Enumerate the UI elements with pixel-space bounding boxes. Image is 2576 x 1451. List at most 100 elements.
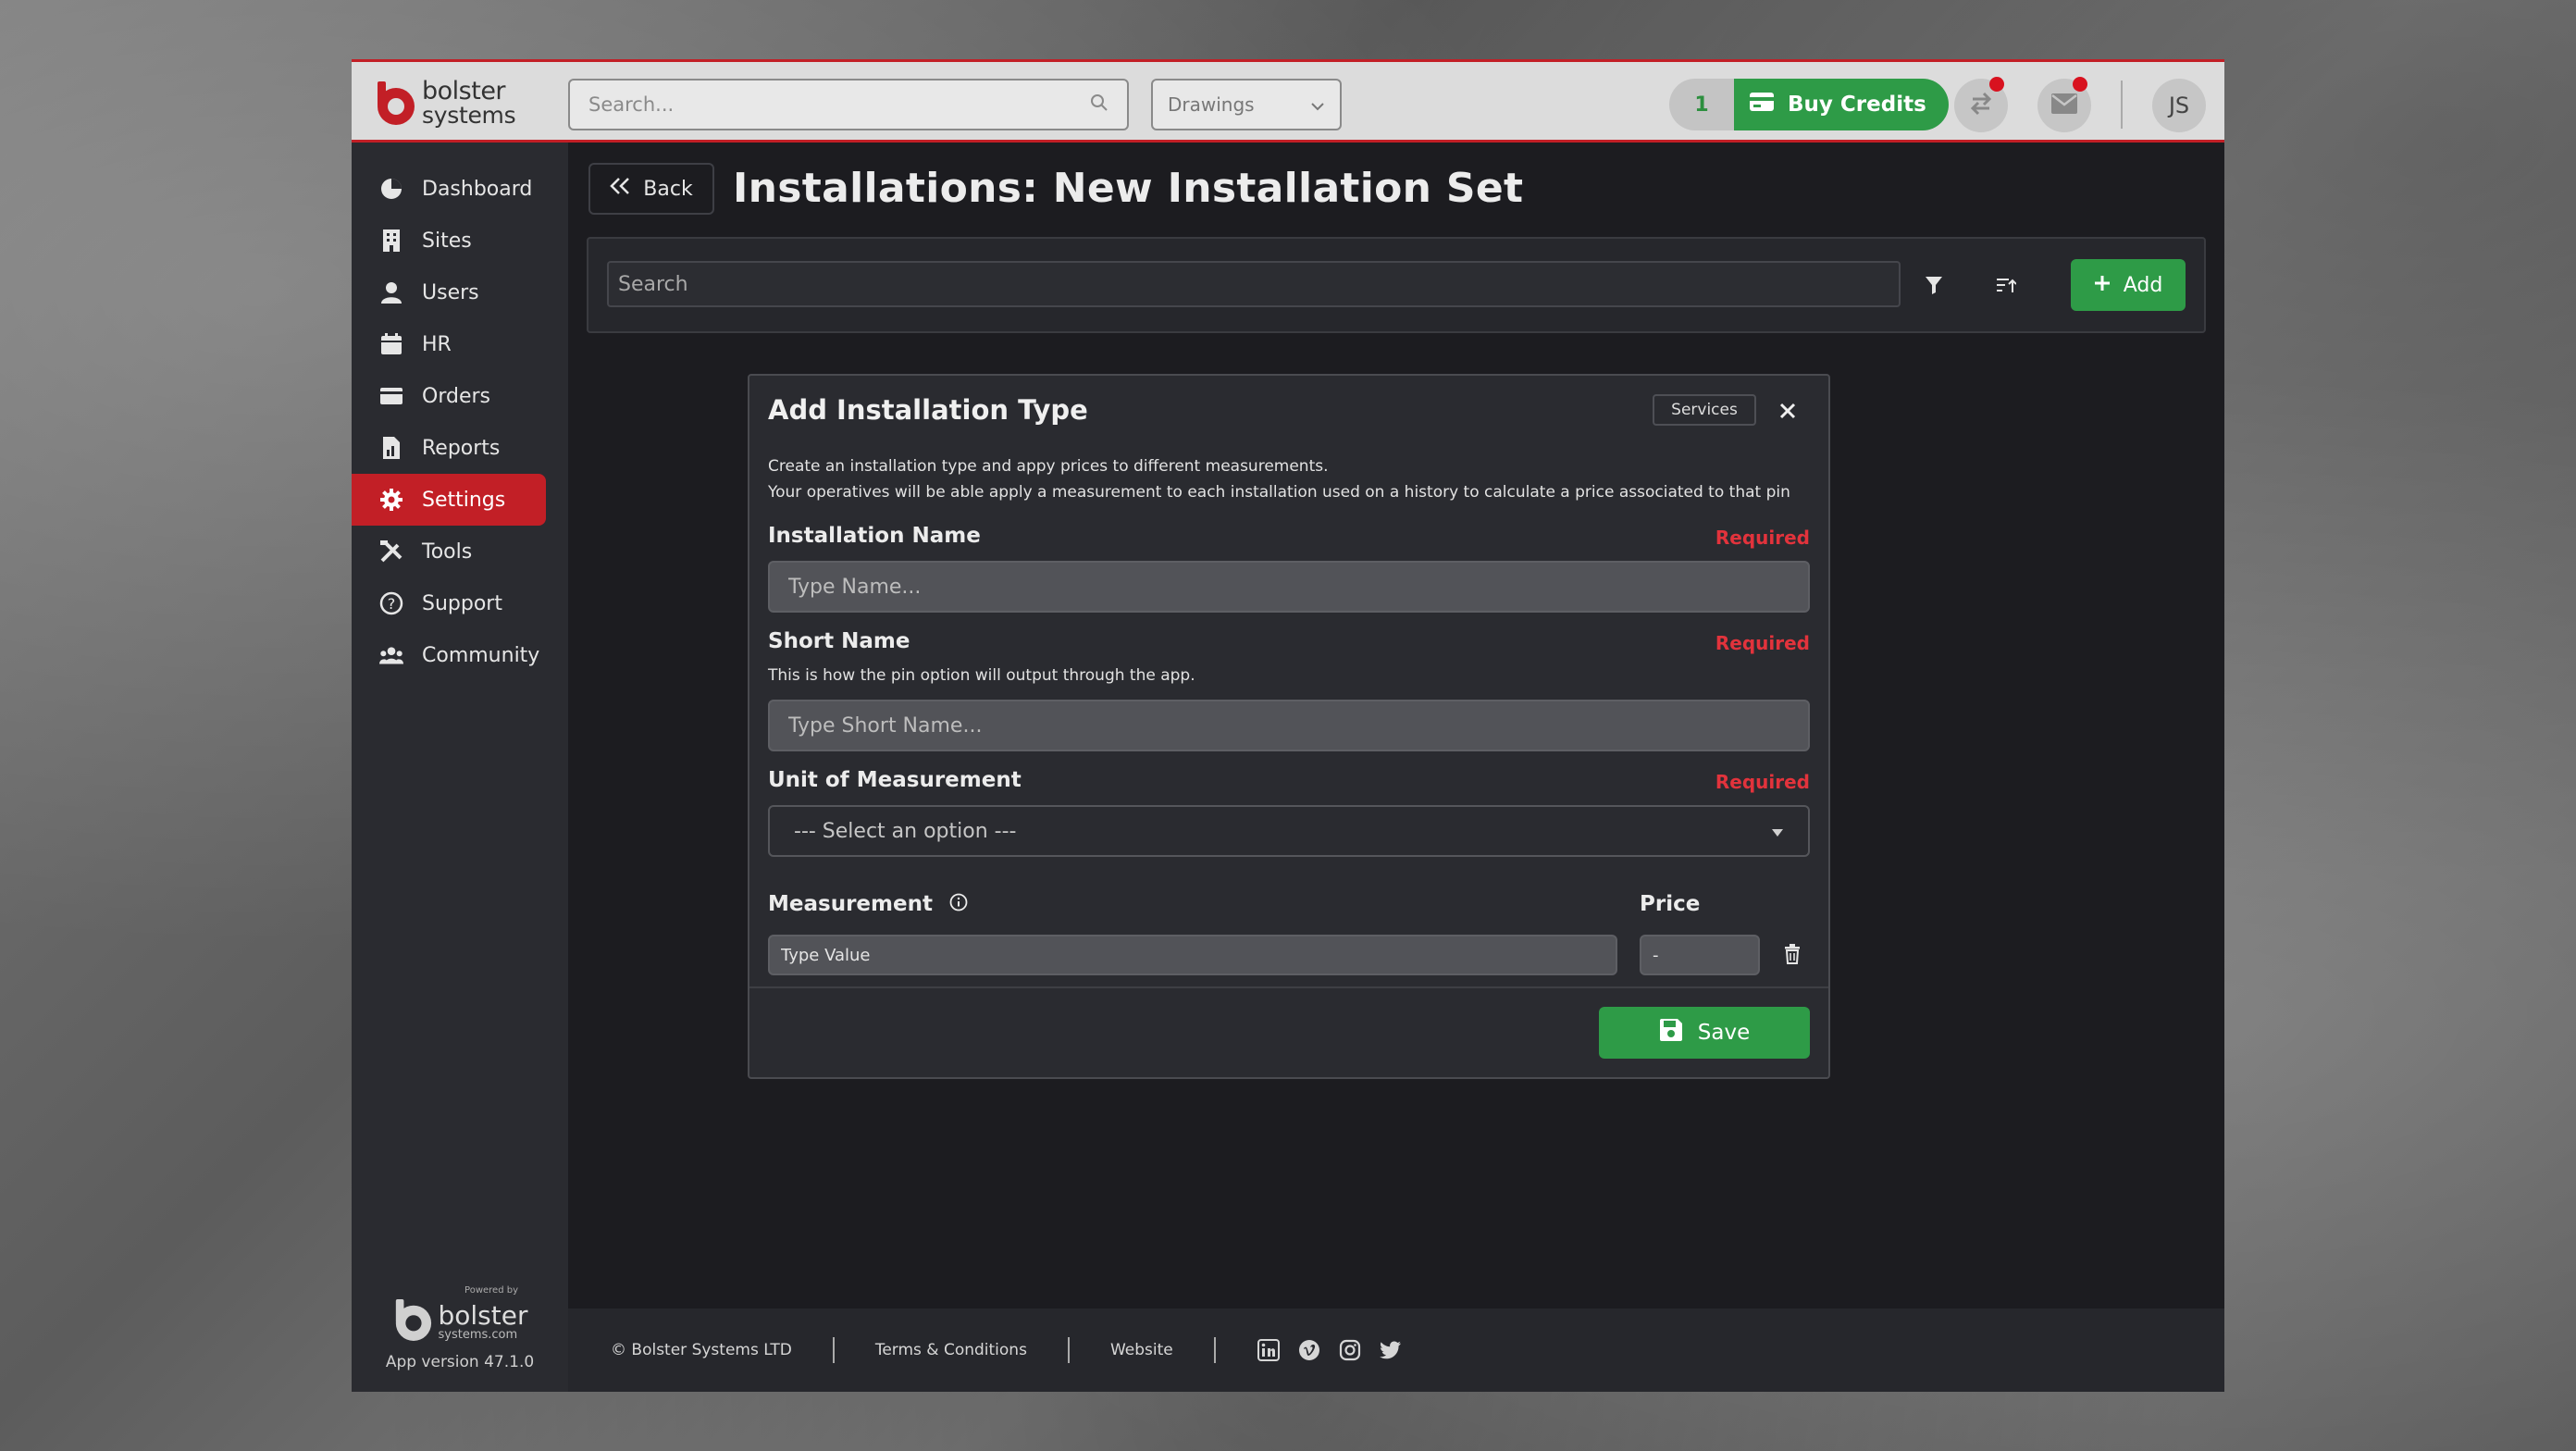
footer-logo-line2: systems.com <box>438 1327 518 1342</box>
add-button[interactable]: Add <box>2071 259 2186 311</box>
plus-icon <box>2094 274 2111 297</box>
save-label: Save <box>1697 1021 1751 1045</box>
drawings-dropdown-label: Drawings <box>1168 93 1255 116</box>
messages-button[interactable] <box>2037 77 2091 132</box>
list-search-input[interactable] <box>607 261 1901 307</box>
global-search[interactable] <box>568 79 1129 130</box>
sidebar-item-settings[interactable]: Settings <box>352 474 546 526</box>
list-toolbar: Add <box>587 237 2206 333</box>
sidebar-item-hr[interactable]: HR <box>352 318 546 370</box>
powered-by-label: Powered by <box>464 1285 518 1296</box>
calendar-icon <box>379 332 403 356</box>
filter-icon[interactable] <box>1921 272 1947 298</box>
user-icon <box>379 280 403 304</box>
website-link[interactable]: Website <box>1110 1341 1173 1359</box>
modal-divider <box>749 986 1828 988</box>
twitter-icon[interactable] <box>1379 1338 1403 1362</box>
page-title: Installations: New Installation Set <box>733 165 1524 212</box>
transfer-arrows-icon <box>1967 90 1995 121</box>
card-icon <box>379 384 403 408</box>
question-icon: ? <box>379 591 403 615</box>
info-icon[interactable] <box>949 893 968 917</box>
measurement-label: Measurement <box>768 892 968 917</box>
add-installation-type-modal: Add Installation Type Services Create an… <box>748 374 1830 1079</box>
topbar-divider <box>2121 81 2123 129</box>
unit-select-value: --- Select an option --- <box>794 819 1017 843</box>
notification-dot <box>2073 77 2087 92</box>
credits-widget[interactable]: 1 Buy Credits <box>1669 79 1949 130</box>
credit-card-icon <box>1749 92 1775 118</box>
linkedin-icon[interactable] <box>1257 1338 1281 1362</box>
measurement-value-input[interactable] <box>768 935 1617 975</box>
footer-separator <box>832 1337 835 1363</box>
installation-name-input[interactable] <box>768 561 1810 613</box>
sidebar-item-label: HR <box>422 332 452 356</box>
modal-title: Add Installation Type <box>768 394 1088 426</box>
sidebar-item-support[interactable]: ? Support <box>352 577 546 629</box>
social-links <box>1257 1338 1403 1362</box>
sort-icon[interactable] <box>1993 272 2019 298</box>
modal-description-line2: Your operatives will be able apply a mea… <box>768 483 1790 502</box>
user-avatar[interactable]: JS <box>2152 79 2206 132</box>
price-label: Price <box>1640 892 1701 916</box>
notification-dot <box>1989 77 2004 92</box>
save-button[interactable]: Save <box>1599 1007 1810 1059</box>
terms-link[interactable]: Terms & Conditions <box>875 1341 1027 1359</box>
measurement-label-text: Measurement <box>768 892 933 916</box>
bolster-logo-icon <box>374 80 416 126</box>
unit-of-measurement-select[interactable]: --- Select an option --- <box>768 805 1810 857</box>
credits-count: 1 <box>1669 79 1734 130</box>
sidebar-item-users[interactable]: Users <box>352 267 546 318</box>
services-badge: Services <box>1653 394 1756 426</box>
unit-of-measurement-label: Unit of Measurement <box>768 768 1022 792</box>
sidebar-item-label: Sites <box>422 229 472 253</box>
trash-icon[interactable] <box>1784 944 1801 968</box>
top-bar: bolster systems Drawings 1 Buy Credits <box>352 59 2224 143</box>
short-name-input[interactable] <box>768 700 1810 751</box>
sidebar-item-label: Community <box>422 643 540 667</box>
modal-description-line1: Create an installation type and appy pri… <box>768 457 1329 476</box>
footer-logo: bolster systems.com <box>352 1297 568 1346</box>
footer: © Bolster Systems LTD Terms & Conditions… <box>568 1308 2224 1392</box>
footer-logo-line1: bolster <box>438 1299 528 1331</box>
report-icon <box>379 436 403 460</box>
svg-text:?: ? <box>388 595 396 613</box>
sidebar-item-label: Orders <box>422 384 490 408</box>
global-search-input[interactable] <box>588 93 1051 116</box>
double-chevron-left-icon <box>610 177 630 201</box>
sidebar-item-orders[interactable]: Orders <box>352 370 546 422</box>
buy-credits-button[interactable]: Buy Credits <box>1734 79 1949 130</box>
sidebar-item-sites[interactable]: Sites <box>352 215 546 267</box>
transfer-button[interactable] <box>1954 77 2008 132</box>
brand-line2: systems <box>422 102 516 129</box>
add-label: Add <box>2123 273 2163 297</box>
chevron-down-icon <box>1310 93 1325 116</box>
dashboard-pie-icon <box>379 177 403 201</box>
sidebar-item-tools[interactable]: Tools <box>352 526 546 577</box>
back-label: Back <box>643 177 693 201</box>
search-icon[interactable] <box>1090 93 1108 116</box>
brand-line1: bolster <box>422 77 506 105</box>
sidebar-item-label: Users <box>422 280 479 304</box>
footer-separator <box>1213 1337 1216 1363</box>
community-icon <box>379 643 403 667</box>
bolster-logo-icon <box>392 1297 433 1346</box>
close-icon[interactable] <box>1775 398 1801 424</box>
app-version: App version 47.1.0 <box>385 1353 535 1371</box>
back-button[interactable]: Back <box>588 163 714 215</box>
sidebar-item-community[interactable]: Community <box>352 629 546 681</box>
buy-credits-label: Buy Credits <box>1788 93 1926 117</box>
required-indicator: Required <box>1715 771 1810 793</box>
price-input[interactable] <box>1640 935 1760 975</box>
vimeo-icon[interactable] <box>1297 1338 1321 1362</box>
sidebar-item-label: Dashboard <box>422 177 533 201</box>
brand-logo[interactable]: bolster systems <box>374 77 516 129</box>
instagram-icon[interactable] <box>1338 1338 1362 1362</box>
sidebar-item-dashboard[interactable]: Dashboard <box>352 163 546 215</box>
drawings-dropdown[interactable]: Drawings <box>1151 79 1342 130</box>
sidebar-item-label: Reports <box>422 436 501 460</box>
sidebar-item-reports[interactable]: Reports <box>352 422 546 474</box>
required-indicator: Required <box>1715 527 1810 549</box>
floppy-disk-icon <box>1659 1018 1683 1048</box>
envelope-icon <box>2050 93 2078 118</box>
